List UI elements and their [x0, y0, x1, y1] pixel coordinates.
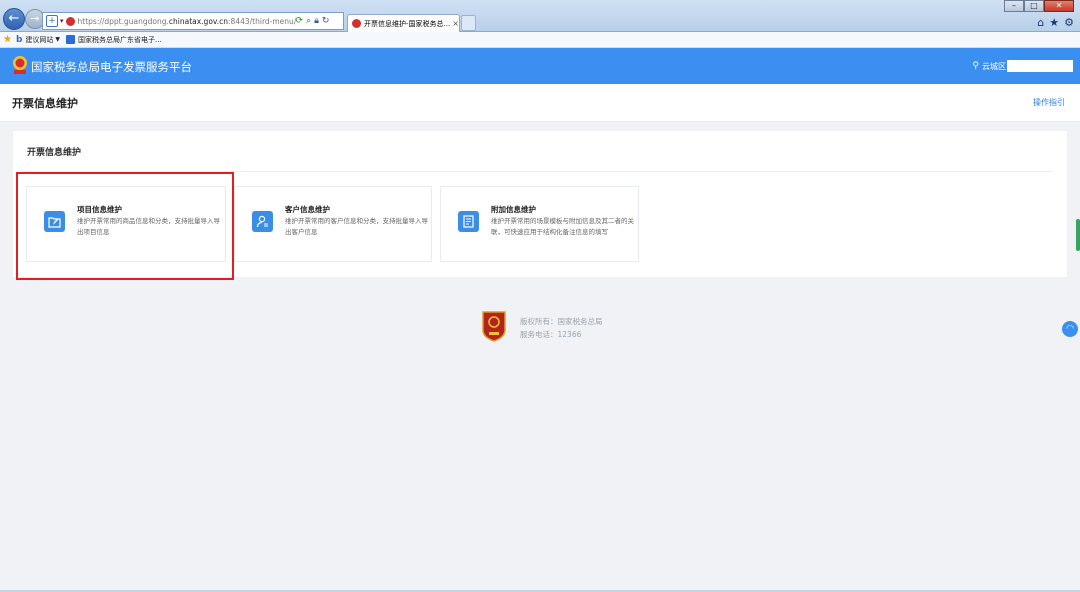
- back-arrow-icon[interactable]: ←: [3, 8, 25, 30]
- home-icon[interactable]: ⌂: [1037, 16, 1044, 29]
- ie-compat-icon[interactable]: +: [46, 15, 58, 27]
- tab-favicon-icon: [352, 19, 361, 28]
- user-icon: ⚲: [972, 61, 979, 71]
- main-panel: 开票信息维护 项目信息维护 维护开票常用的商品信息和分类，支持批量导入导出项目信…: [13, 131, 1067, 277]
- app-header: 国家税务总局电子发票服务平台 ⚲ 云城区: [0, 48, 1080, 84]
- site-favicon-icon: [65, 16, 75, 26]
- favorites-item-suggested[interactable]: 建议网站: [25, 35, 53, 45]
- favorites-star-icon[interactable]: ★: [1049, 16, 1059, 29]
- maximize-icon[interactable]: □: [1024, 0, 1044, 12]
- site-favicon-icon: [66, 35, 76, 44]
- favorites-bar: ★ b 建议网站 ▼ 国家税务总局广东省电子...: [0, 32, 1080, 48]
- page-title-bar: 开票信息维护 操作指引: [0, 84, 1080, 122]
- chevron-down-icon[interactable]: ▾: [60, 17, 64, 25]
- card-additional-info[interactable]: 附加信息维护 维护开票常用的场景模板与附加信息及其二者的关联，可快速应用于结构化…: [440, 186, 639, 262]
- user-name-redacted: [1007, 60, 1073, 72]
- gear-icon[interactable]: ⚙: [1064, 16, 1074, 29]
- operation-guide-link[interactable]: 操作指引: [1033, 97, 1065, 108]
- folder-edit-icon: [44, 211, 65, 232]
- address-url[interactable]: https://dppt.guangdong.chinatax.gov.cn:8…: [78, 17, 296, 26]
- user-menu[interactable]: ⚲ 云城区: [972, 60, 1073, 72]
- card-title: 附加信息维护: [491, 205, 536, 214]
- footer-copyright: 版权所有：国家税务总局: [520, 317, 603, 326]
- tax-emblem-logo-icon: [13, 56, 27, 74]
- address-bar[interactable]: + ▾ https://dppt.guangdong.chinatax.gov.…: [42, 12, 344, 30]
- bing-icon: b: [15, 34, 23, 45]
- favorites-item-tax-guangdong[interactable]: 国家税务总局广东省电子...: [78, 35, 162, 45]
- search-icon[interactable]: ⌕: [306, 16, 311, 26]
- footer-phone: 服务电话：12366: [520, 330, 582, 339]
- user-edit-icon: [252, 211, 273, 232]
- new-tab-button[interactable]: [461, 15, 476, 31]
- card-title: 项目信息维护: [77, 205, 122, 214]
- card-customer-info[interactable]: 客户信息维护 维护开票常用的客户信息和分类，支持批量导入导出客户信息: [234, 186, 432, 262]
- refresh-icon[interactable]: ↻: [322, 16, 330, 26]
- user-name[interactable]: 云城区: [982, 61, 1006, 72]
- browser-tab-active[interactable]: 开票信息维护-国家税务总... ×: [347, 14, 460, 32]
- minimize-icon[interactable]: –: [1004, 0, 1024, 12]
- card-description: 维护开票常用的商品信息和分类，支持批量导入导出项目信息: [77, 217, 220, 236]
- page-title: 开票信息维护: [12, 97, 78, 110]
- chevron-down-icon[interactable]: ▼: [55, 36, 60, 43]
- scrollbar-thumb[interactable]: [1076, 219, 1080, 251]
- section-divider: [25, 171, 1053, 172]
- app-title: 国家税务总局电子发票服务平台: [31, 60, 192, 74]
- browser-toolbar: ← → + ▾ https://dppt.guangdong.chinatax.…: [0, 0, 1080, 32]
- lock-icon[interactable]: 🔒︎: [314, 16, 319, 26]
- window-controls: – □ ✕: [1004, 0, 1074, 12]
- compat-view-icon[interactable]: ⟳: [296, 16, 304, 26]
- favorites-star-icon[interactable]: ★: [3, 34, 12, 45]
- card-description: 维护开票常用的客户信息和分类，支持批量导入导出客户信息: [285, 217, 428, 236]
- headset-support-icon[interactable]: ◠: [1062, 321, 1078, 337]
- browser-right-icons: ⌂ ★ ⚙: [1037, 16, 1074, 29]
- tab-close-icon[interactable]: ×: [452, 19, 459, 28]
- card-title: 客户信息维护: [285, 205, 330, 214]
- card-description: 维护开票常用的场景模板与附加信息及其二者的关联，可快速应用于结构化备注信息的填写: [491, 217, 634, 236]
- close-window-icon[interactable]: ✕: [1044, 0, 1074, 12]
- document-icon: [458, 211, 479, 232]
- section-title: 开票信息维护: [27, 148, 82, 158]
- footer-info: 版权所有：国家税务总局 服务电话：12366: [520, 315, 603, 341]
- card-item-info[interactable]: 项目信息维护 维护开票常用的商品信息和分类，支持批量导入导出项目信息: [26, 186, 226, 262]
- tax-shield-logo-icon: [482, 311, 506, 342]
- tab-title: 开票信息维护-国家税务总...: [364, 19, 451, 28]
